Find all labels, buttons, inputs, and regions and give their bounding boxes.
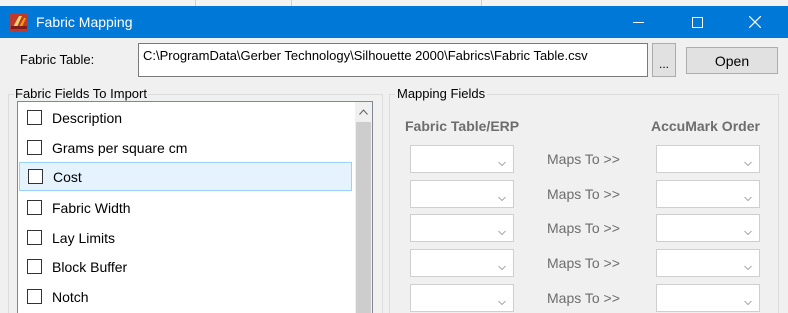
list-scrollbar[interactable]: [355, 102, 372, 313]
chevron-down-icon: [744, 259, 752, 271]
checkbox-description[interactable]: [27, 110, 42, 125]
browse-button[interactable]: ...: [652, 43, 676, 77]
scrollbar-thumb[interactable]: [356, 122, 371, 313]
title-bar[interactable]: Fabric Mapping: [0, 6, 788, 38]
list-item-fabric-width[interactable]: Fabric Width: [19, 193, 352, 222]
close-button[interactable]: [730, 6, 780, 38]
accumark-field-select-2[interactable]: [656, 180, 760, 208]
maps-to-label: Maps To >>: [547, 290, 620, 306]
list-item-label: Notch: [52, 288, 89, 305]
fabric-table-field-select-2[interactable]: [410, 180, 514, 208]
list-item-description[interactable]: Description: [19, 103, 352, 132]
accumark-field-select-1[interactable]: [656, 145, 760, 173]
fabric-table-field-select-3[interactable]: [410, 214, 514, 242]
accumark-field-select-4[interactable]: [656, 249, 760, 277]
maps-to-label: Maps To >>: [547, 151, 620, 167]
fabric-table-erp-header: Fabric Table/ERP: [405, 118, 520, 134]
open-button[interactable]: Open: [686, 47, 778, 74]
list-item-label: Description: [52, 109, 123, 126]
chevron-down-icon: [744, 155, 752, 167]
chevron-down-icon: [498, 294, 506, 306]
fabric-table-path-field[interactable]: C:\ProgramData\Gerber Technology\Silhoue…: [138, 43, 648, 77]
list-item-label: Lay Limits: [52, 229, 116, 246]
maximize-button[interactable]: [672, 6, 722, 38]
list-item-label: Cost: [53, 168, 82, 185]
list-item-cost[interactable]: Cost: [19, 162, 352, 191]
fabric-table-field-select-1[interactable]: [410, 145, 514, 173]
app-icon: [10, 13, 28, 31]
list-item-block-buffer[interactable]: Block Buffer: [19, 252, 352, 281]
chevron-down-icon: [498, 224, 506, 236]
scroll-up-button[interactable]: [355, 102, 372, 119]
checkbox-fabric-width[interactable]: [27, 200, 42, 215]
chevron-down-icon: [498, 259, 506, 271]
chevron-up-icon: [359, 103, 368, 118]
chevron-down-icon: [744, 190, 752, 202]
list-item-lay-limits[interactable]: Lay Limits: [19, 223, 352, 252]
maps-to-label: Maps To >>: [547, 220, 620, 236]
dialog-body: Fabric Table: C:\ProgramData\Gerber Tech…: [0, 38, 788, 313]
minimize-icon: [632, 17, 644, 28]
close-icon: [749, 16, 761, 28]
list-item-label: Fabric Width: [52, 199, 131, 216]
fabric-table-field-select-4[interactable]: [410, 249, 514, 277]
fabric-table-field-select-5[interactable]: [410, 284, 514, 312]
mapping-fields-title: Mapping Fields: [395, 86, 488, 101]
chevron-down-icon: [498, 190, 506, 202]
list-item-notch[interactable]: Notch: [19, 282, 352, 311]
fabric-table-label: Fabric Table:: [20, 52, 95, 67]
list-item-label: Grams per square cm: [52, 139, 188, 156]
window-title: Fabric Mapping: [36, 14, 133, 30]
chevron-down-icon: [498, 155, 506, 167]
checkbox-notch[interactable]: [27, 289, 42, 304]
checkbox-cost[interactable]: [28, 169, 43, 184]
import-fields-list[interactable]: Description Grams per square cm Cost Fab…: [17, 101, 373, 313]
checkbox-block-buffer[interactable]: [27, 259, 42, 274]
list-item-grams-per-square-cm[interactable]: Grams per square cm: [19, 133, 352, 162]
maximize-icon: [691, 16, 703, 28]
accumark-field-select-5[interactable]: [656, 284, 760, 312]
chevron-down-icon: [744, 224, 752, 236]
checkbox-lay-limits[interactable]: [27, 230, 42, 245]
accumark-order-header: AccuMark Order: [651, 118, 760, 134]
maps-to-label: Maps To >>: [547, 186, 620, 202]
accumark-field-select-3[interactable]: [656, 214, 760, 242]
maps-to-label: Maps To >>: [547, 255, 620, 271]
checkbox-grams-per-square-cm[interactable]: [27, 140, 42, 155]
import-fields-title: Fabric Fields To Import: [14, 86, 148, 101]
chevron-down-icon: [744, 294, 752, 306]
minimize-button[interactable]: [613, 6, 663, 38]
list-item-label: Block Buffer: [52, 258, 128, 275]
